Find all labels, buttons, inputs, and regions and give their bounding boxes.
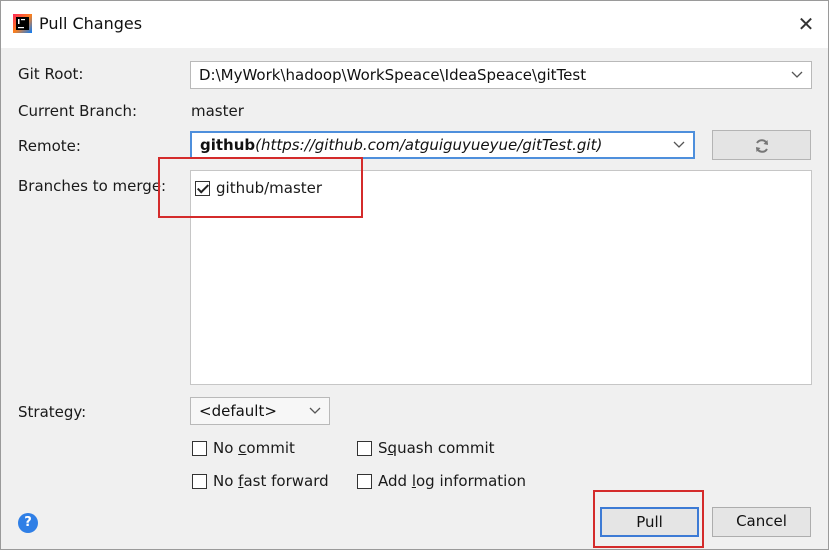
- branches-to-merge-label: Branches to merge:: [18, 177, 167, 195]
- add-log-information-checkbox[interactable]: Add log information: [357, 472, 526, 490]
- title-bar: Pull Changes ✕: [1, 1, 828, 48]
- refresh-button[interactable]: [712, 130, 811, 160]
- strategy-select[interactable]: <default>: [190, 397, 330, 425]
- squash-commit-label: Squash commit: [378, 439, 495, 457]
- refresh-icon: [755, 138, 768, 153]
- no-commit-checkbox[interactable]: No commit: [192, 439, 295, 457]
- strategy-label: Strategy:: [18, 403, 87, 421]
- pull-changes-dialog: Pull Changes ✕ Git Root: D:\MyWork\hadoo…: [0, 0, 829, 550]
- intellij-idea-icon: [13, 14, 32, 33]
- git-root-value: D:\MyWork\hadoop\WorkSpeace\IdeaSpeace\g…: [199, 66, 587, 84]
- add-log-information-label: Add log information: [378, 472, 527, 490]
- git-root-select[interactable]: D:\MyWork\hadoop\WorkSpeace\IdeaSpeace\g…: [190, 61, 812, 89]
- close-icon: ✕: [797, 12, 815, 36]
- chevron-down-icon: [673, 133, 685, 157]
- checkbox-box[interactable]: [357, 440, 372, 456]
- strategy-value: <default>: [199, 402, 277, 420]
- highlight-box-branch: [158, 157, 363, 218]
- current-branch-label: Current Branch:: [18, 102, 138, 120]
- checkbox-box[interactable]: [192, 440, 207, 456]
- git-root-label: Git Root:: [18, 65, 84, 83]
- remote-name: github: [200, 136, 256, 154]
- highlight-box-pull: [593, 490, 704, 548]
- remote-close-paren: ): [596, 136, 603, 154]
- squash-commit-checkbox[interactable]: Squash commit: [357, 439, 495, 457]
- checkbox-box[interactable]: [357, 473, 372, 489]
- no-fast-forward-label: No fast forward: [213, 472, 329, 490]
- no-fast-forward-checkbox[interactable]: No fast forward: [192, 472, 329, 490]
- no-commit-label: No commit: [213, 439, 295, 457]
- chevron-down-icon: [791, 62, 803, 88]
- current-branch-value: master: [191, 102, 244, 120]
- help-icon[interactable]: ?: [18, 513, 38, 533]
- cancel-button[interactable]: Cancel: [712, 507, 811, 537]
- remote-select[interactable]: github(https://github.com/atguiguyueyue/…: [190, 131, 695, 159]
- checkbox-box[interactable]: [192, 473, 207, 489]
- window-title: Pull Changes: [39, 14, 143, 33]
- close-button[interactable]: ✕: [790, 9, 822, 39]
- chevron-down-icon: [309, 398, 321, 424]
- remote-label: Remote:: [18, 137, 81, 155]
- remote-url: https://github.com/atguiguyueyue/gitTest…: [261, 136, 597, 154]
